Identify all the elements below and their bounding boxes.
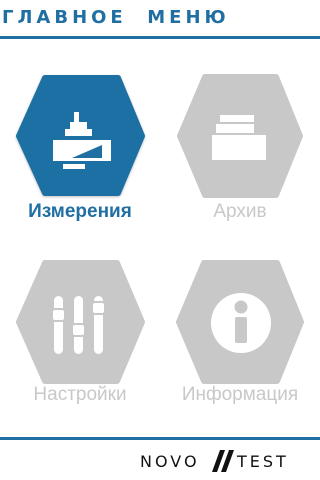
menu-item-settings[interactable]: Настройки [0,245,160,425]
footer-divider [0,437,320,440]
page-title: ГЛАВНОЕ МЕНЮ [2,7,230,28]
menu-item-label: Настройки [33,384,127,405]
logo-text-left: NOVO [140,452,200,471]
menu-item-measurements[interactable]: Измерения [0,60,160,240]
measurement-icon [53,112,111,169]
archive-folder-icon [212,115,266,160]
logo-text-right: TEST [237,452,289,471]
menu-item-label: Архив [213,201,267,222]
menu-item-label: Измерения [28,201,132,222]
menu-item-information[interactable]: Информация [160,245,320,425]
logo-slashes-icon [212,450,234,472]
header: ГЛАВНОЕ МЕНЮ [0,0,320,41]
menu-item-archive[interactable]: Архив [160,60,320,240]
menu-item-label: Информация [181,384,299,405]
header-divider [0,36,320,39]
settings-sliders-icon [51,296,106,354]
info-icon [211,293,271,353]
main-menu-screen: ГЛАВНОЕ МЕНЮ Измерения Архив Настройки И… [0,0,320,480]
novotest-logo: NOVO TEST [140,449,310,475]
